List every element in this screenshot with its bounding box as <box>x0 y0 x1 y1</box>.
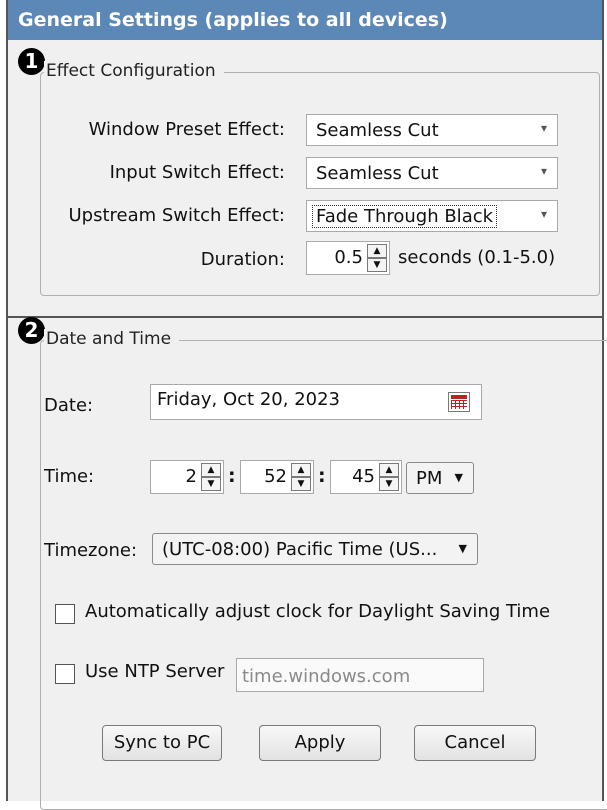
upstream-switch-effect-select[interactable]: Fade Through Black ▾ <box>306 200 558 232</box>
duration-label: Duration: <box>200 249 285 270</box>
minute-spinner[interactable]: 52 ▲ ▼ <box>240 460 314 494</box>
ntp-server-field[interactable]: time.windows.com <box>236 658 484 692</box>
chevron-down-icon: ▾ <box>540 121 547 135</box>
title-bar: General Settings (applies to all devices… <box>8 0 602 40</box>
dst-checkbox-label[interactable]: Automatically adjust clock for Daylight … <box>85 601 550 622</box>
ntp-checkbox-label[interactable]: Use NTP Server <box>85 661 224 682</box>
section-badge-1: 1 <box>18 48 45 75</box>
chevron-down-icon: ▼ <box>454 471 463 484</box>
input-switch-effect-select[interactable]: Seamless Cut ▾ <box>306 157 558 189</box>
hour-value: 2 <box>185 466 197 487</box>
general-settings-panel: General Settings (applies to all devices… <box>6 0 607 810</box>
calendar-icon[interactable] <box>448 392 470 412</box>
ampm-select[interactable]: PM ▼ <box>406 462 474 494</box>
timezone-select[interactable]: (UTC-08:00) Pacific Time (US... ▼ <box>152 533 478 565</box>
date-time-legend: Date and Time <box>44 329 180 349</box>
section-divider <box>8 316 602 318</box>
second-spinner[interactable]: 45 ▲ ▼ <box>330 460 402 494</box>
spin-up-icon[interactable]: ▲ <box>201 463 221 477</box>
spin-down-icon[interactable]: ▼ <box>379 477 399 491</box>
upstream-switch-effect-value: Fade Through Black <box>311 205 498 228</box>
upstream-switch-effect-label: Upstream Switch Effect: <box>68 205 285 226</box>
minute-value: 52 <box>264 466 287 487</box>
panel-title: General Settings (applies to all devices… <box>18 9 448 31</box>
timezone-label: Timezone: <box>44 540 138 561</box>
spin-up-icon[interactable]: ▲ <box>291 463 311 477</box>
time-separator: : <box>318 465 326 487</box>
spin-down-icon[interactable]: ▼ <box>291 477 311 491</box>
date-label: Date: <box>44 395 94 416</box>
hour-spinner[interactable]: 2 ▲ ▼ <box>150 460 224 494</box>
duration-value: 0.5 <box>334 247 363 268</box>
cancel-button[interactable]: Cancel <box>414 725 536 761</box>
second-value: 45 <box>352 466 375 487</box>
chevron-down-icon: ▾ <box>540 207 547 221</box>
date-field[interactable]: Friday, Oct 20, 2023 <box>150 384 482 420</box>
apply-button[interactable]: Apply <box>259 725 381 761</box>
duration-spinner[interactable]: 0.5 ▲ ▼ <box>306 241 390 275</box>
window-preset-effect-value: Seamless Cut <box>316 120 439 141</box>
effect-configuration-legend: Effect Configuration <box>44 61 224 81</box>
time-separator: : <box>228 465 236 487</box>
input-switch-effect-label: Input Switch Effect: <box>109 162 285 183</box>
chevron-down-icon: ▼ <box>458 542 467 555</box>
chevron-down-icon: ▾ <box>540 164 547 178</box>
input-switch-effect-value: Seamless Cut <box>316 163 439 184</box>
ntp-checkbox[interactable] <box>55 664 75 684</box>
spin-up-icon[interactable]: ▲ <box>367 244 387 258</box>
time-label: Time: <box>44 466 95 487</box>
duration-unit-text: seconds (0.1-5.0) <box>398 247 556 268</box>
date-value: Friday, Oct 20, 2023 <box>157 389 340 410</box>
window-preset-effect-select[interactable]: Seamless Cut ▾ <box>306 114 558 146</box>
ampm-value: PM <box>416 468 443 489</box>
timezone-value: (UTC-08:00) Pacific Time (US... <box>162 539 438 560</box>
spin-down-icon[interactable]: ▼ <box>367 258 387 272</box>
ntp-server-value: time.windows.com <box>242 666 411 687</box>
sync-to-pc-button[interactable]: Sync to PC <box>102 725 222 761</box>
spin-down-icon[interactable]: ▼ <box>201 477 221 491</box>
dst-checkbox[interactable] <box>55 604 75 624</box>
window-preset-effect-label: Window Preset Effect: <box>88 119 285 140</box>
spin-up-icon[interactable]: ▲ <box>379 463 399 477</box>
